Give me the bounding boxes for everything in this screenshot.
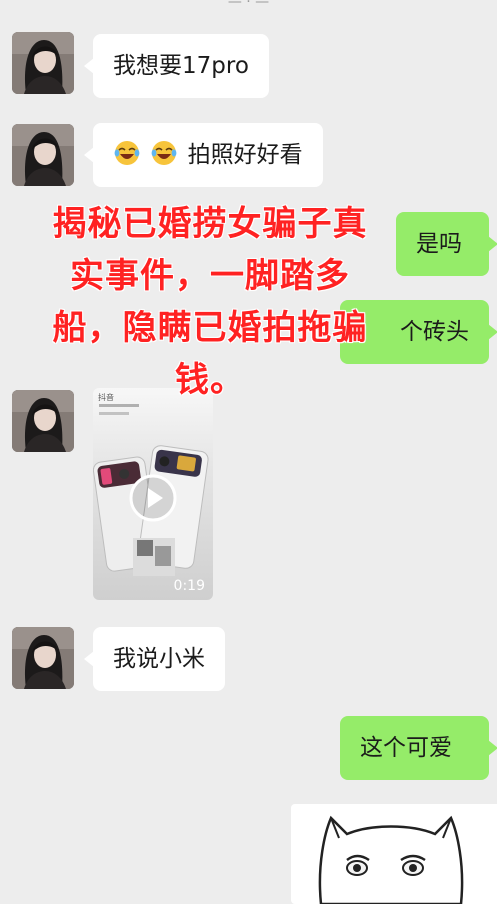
message-text: 这个可爱 (360, 735, 452, 761)
message-bubble[interactable]: 是吗 (396, 212, 497, 276)
avatar[interactable] (12, 32, 74, 94)
avatar[interactable] (12, 124, 74, 186)
avatar-portrait-icon (12, 32, 74, 94)
message-text: 我想要17pro (113, 53, 249, 79)
overlay-caption: 揭秘已婚捞女骗子真 实事件，一脚踏多 船，隐瞒已婚拍拖骗 钱。 (52, 204, 368, 400)
play-icon[interactable] (128, 473, 178, 523)
crying-laughing-face-icon (114, 141, 140, 165)
video-message-card[interactable]: 抖音 0:19 (93, 388, 213, 600)
crying-laughing-face-icon (151, 141, 177, 165)
message-bubble[interactable]: 拍照好好看 (84, 123, 323, 187)
message-bubble[interactable]: 这个可爱 (340, 716, 497, 780)
top-clipped-header: — · — (227, 0, 270, 10)
message-text: 拍照好好看 (187, 142, 303, 168)
meme-face-sticker-icon (318, 815, 464, 904)
message-bubble[interactable]: 我想要17pro (84, 34, 269, 98)
avatar-portrait-icon (12, 627, 74, 689)
message-text: 是吗 (416, 231, 462, 257)
avatar[interactable] (12, 627, 74, 689)
message-text: 我说小米 (113, 646, 205, 672)
message-text: 个砖头 (400, 319, 469, 345)
video-duration: 0:19 (173, 578, 205, 594)
sticker-message[interactable] (291, 804, 497, 904)
message-bubble[interactable]: 我说小米 (84, 627, 225, 691)
avatar-portrait-icon (12, 124, 74, 186)
